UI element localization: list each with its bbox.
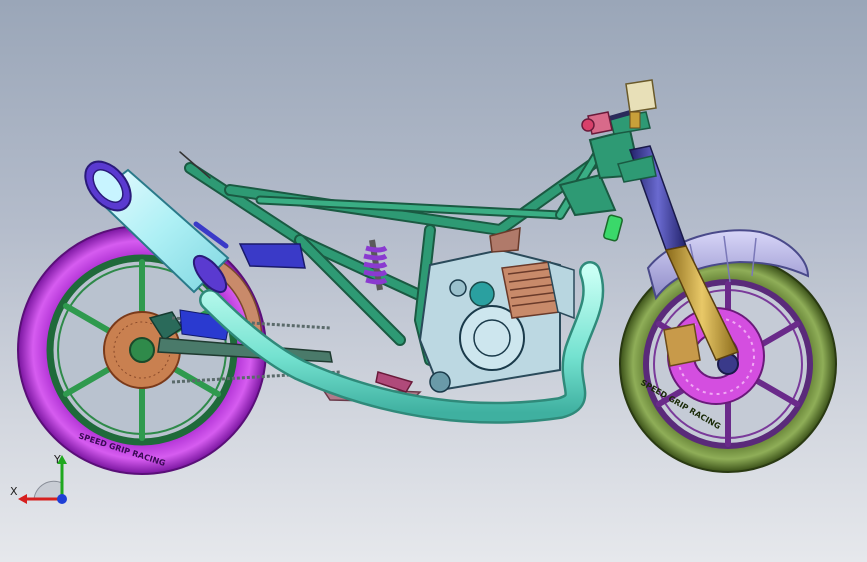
- rear-hub: [129, 337, 155, 363]
- front-wheel[interactable]: SPEED GRIP RACING: [619, 255, 837, 473]
- engine-cam-gear: [469, 281, 495, 307]
- triad-x-label: X: [10, 485, 18, 498]
- rear-set-bracket: [238, 243, 306, 269]
- engine: [375, 248, 575, 393]
- triad-z-axis: [57, 494, 67, 504]
- coolant-reservoir: [603, 214, 623, 242]
- front-caliper: [663, 323, 701, 367]
- cad-viewport[interactable]: SPEED GRIP RACING SPEED GRIP RACING Y X: [0, 0, 867, 562]
- bar-end: [581, 118, 595, 132]
- master-cylinder: [625, 79, 657, 113]
- engine-sprocket: [429, 371, 451, 393]
- rear-shock: [363, 239, 388, 291]
- motorcycle-assembly-model[interactable]: SPEED GRIP RACING SPEED GRIP RACING: [0, 0, 867, 562]
- triad-y-label: Y: [53, 455, 61, 466]
- coordinate-triad[interactable]: Y X: [10, 455, 80, 510]
